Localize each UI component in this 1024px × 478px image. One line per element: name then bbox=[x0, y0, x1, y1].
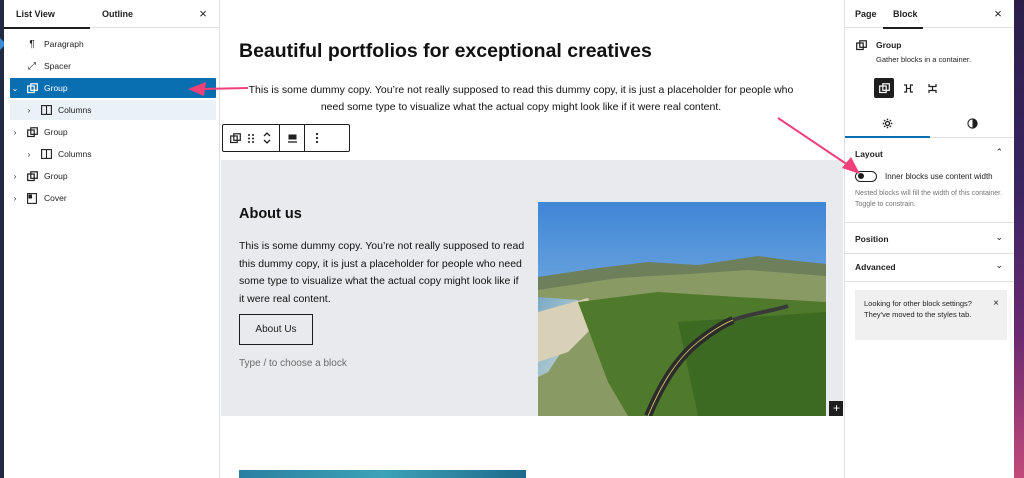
block-card-description: Gather blocks in a container. bbox=[876, 55, 972, 64]
tab-block[interactable]: Block bbox=[883, 0, 923, 29]
more-options-icon[interactable] bbox=[309, 129, 325, 147]
list-item-group[interactable]: › Group bbox=[10, 122, 216, 142]
chevron-down-icon: ⌄ bbox=[995, 260, 1003, 270]
list-item-columns[interactable]: › Columns bbox=[10, 144, 216, 164]
list-item-label: Group bbox=[44, 83, 68, 93]
list-item-group[interactable]: › Group bbox=[10, 166, 216, 186]
chevron-right-icon[interactable]: › bbox=[24, 150, 34, 159]
chevron-up-icon[interactable]: ⌃ bbox=[995, 147, 1003, 158]
about-paragraph[interactable]: This is some dummy copy. You’re not real… bbox=[239, 238, 525, 308]
position-panel[interactable]: Position ⌄ bbox=[845, 224, 1015, 254]
paragraph-icon: ¶ bbox=[29, 38, 35, 50]
block-appender-placeholder[interactable]: Type / to choose a block bbox=[239, 358, 347, 369]
move-up-down-icon[interactable] bbox=[259, 129, 275, 147]
page-title[interactable]: Beautiful portfolios for exceptional cre… bbox=[239, 40, 652, 63]
list-view-panel: List View Outline × ¶ Paragraph ⤢ Spacer… bbox=[4, 0, 220, 478]
list-view-tabs: List View Outline × bbox=[4, 0, 219, 29]
list-item-cover[interactable]: › Cover bbox=[10, 188, 216, 208]
ocean-image[interactable] bbox=[239, 470, 526, 478]
chevron-down-icon: ⌄ bbox=[995, 232, 1003, 242]
window-frame-right bbox=[1014, 0, 1024, 478]
toggle-knob bbox=[857, 173, 864, 179]
close-settings-button[interactable]: × bbox=[990, 6, 1006, 22]
styles-tab-notice: Looking for other block settings? They'v… bbox=[855, 290, 1007, 340]
tab-list-view[interactable]: List View bbox=[4, 0, 90, 29]
styles-contrast-icon[interactable] bbox=[930, 110, 1015, 137]
list-item-label: Columns bbox=[58, 149, 92, 159]
editor-canvas: Beautiful portfolios for exceptional cre… bbox=[221, 0, 843, 478]
spacer-icon: ⤢ bbox=[28, 60, 36, 72]
group-block[interactable]: About us This is some dummy copy. You’re… bbox=[221, 160, 843, 416]
tab-outline[interactable]: Outline bbox=[90, 0, 160, 28]
tab-page[interactable]: Page bbox=[845, 0, 883, 28]
chevron-right-icon[interactable]: › bbox=[10, 194, 20, 203]
list-item-label: Group bbox=[44, 127, 68, 137]
add-block-button[interactable]: + bbox=[829, 401, 843, 416]
content-width-toggle[interactable] bbox=[855, 171, 877, 182]
notice-text: Looking for other block settings? They'v… bbox=[864, 299, 972, 319]
group-icon bbox=[856, 40, 868, 52]
settings-sidebar: Page Block × Group Gather blocks in a co… bbox=[844, 0, 1015, 478]
list-item-columns[interactable]: › Columns bbox=[10, 100, 216, 120]
list-item-label: Spacer bbox=[44, 61, 71, 71]
layout-title[interactable]: Layout bbox=[855, 149, 883, 159]
group-icon bbox=[26, 170, 38, 182]
landscape-image[interactable] bbox=[538, 202, 826, 416]
settings-tabs: Page Block × bbox=[845, 0, 1014, 29]
block-type-group-icon[interactable] bbox=[227, 129, 243, 147]
drag-handle-icon[interactable] bbox=[243, 129, 259, 147]
variation-stack-icon[interactable] bbox=[922, 78, 942, 98]
advanced-panel[interactable]: Advanced ⌄ bbox=[845, 254, 1015, 282]
chevron-right-icon[interactable]: › bbox=[10, 172, 20, 181]
group-icon bbox=[26, 126, 38, 138]
settings-styles-tabs bbox=[845, 110, 1015, 138]
align-icon[interactable] bbox=[284, 129, 300, 147]
chevron-right-icon[interactable]: › bbox=[24, 106, 34, 115]
list-item-label: Columns bbox=[58, 105, 92, 115]
list-item-label: Group bbox=[44, 171, 68, 181]
toggle-label: Inner blocks use content width bbox=[885, 172, 993, 181]
variation-row-icon[interactable] bbox=[898, 78, 918, 98]
close-notice-button[interactable]: × bbox=[993, 298, 999, 309]
columns-icon bbox=[40, 148, 52, 160]
chevron-down-icon[interactable]: ⌄ bbox=[10, 84, 20, 93]
columns-icon bbox=[40, 104, 52, 116]
block-card-title: Group bbox=[876, 40, 902, 50]
list-item-label: Cover bbox=[44, 193, 67, 203]
advanced-title: Advanced bbox=[855, 262, 896, 272]
toggle-help-text: Nested blocks will fill the width of thi… bbox=[855, 190, 1003, 208]
close-list-view-button[interactable]: × bbox=[195, 6, 211, 22]
group-icon bbox=[26, 82, 38, 94]
block-variations bbox=[874, 78, 942, 98]
chevron-right-icon[interactable]: › bbox=[10, 128, 20, 137]
list-item-spacer[interactable]: ⤢ Spacer bbox=[10, 56, 216, 76]
block-toolbar bbox=[222, 124, 350, 152]
about-us-button[interactable]: About Us bbox=[239, 314, 313, 345]
settings-gear-icon[interactable] bbox=[845, 110, 930, 138]
about-heading[interactable]: About us bbox=[239, 206, 302, 222]
cover-icon bbox=[26, 192, 38, 204]
position-title: Position bbox=[855, 234, 889, 244]
list-item-paragraph[interactable]: ¶ Paragraph bbox=[10, 34, 216, 54]
list-item-label: Paragraph bbox=[44, 39, 84, 49]
intro-paragraph[interactable]: This is some dummy copy. You’re not real… bbox=[241, 82, 801, 116]
list-item-group-selected[interactable]: ⌄ Group bbox=[10, 78, 216, 98]
variation-group-icon[interactable] bbox=[874, 78, 894, 98]
